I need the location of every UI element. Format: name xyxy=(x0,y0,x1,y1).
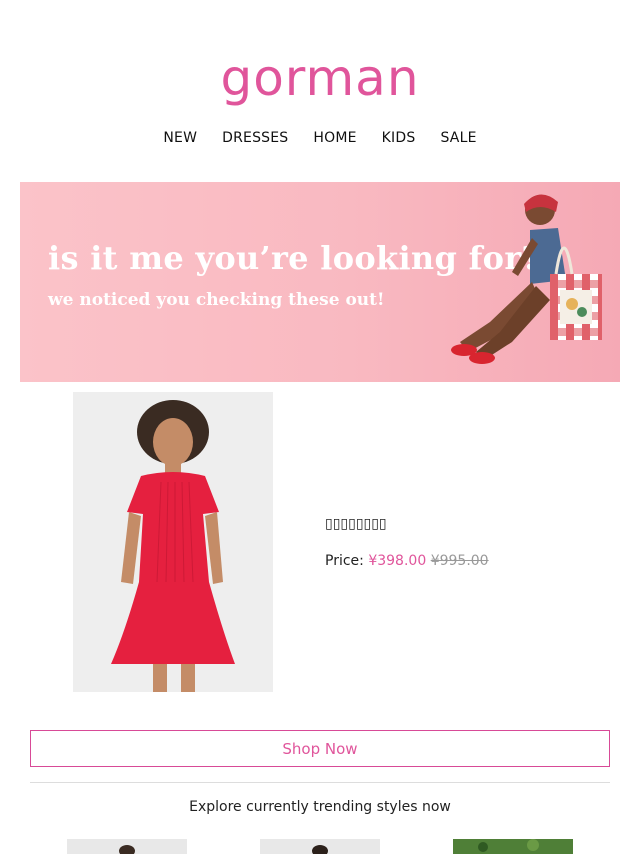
product-name[interactable]: ▯▯▯▯▯▯▯▯ xyxy=(325,516,387,532)
original-price: ¥995.00 xyxy=(430,553,489,569)
sale-price: ¥398.00 xyxy=(368,553,427,569)
nav-item-sale[interactable]: SALE xyxy=(440,130,476,146)
nav-item-kids[interactable]: KIDS xyxy=(382,130,416,146)
nav-item-home[interactable]: HOME xyxy=(313,130,356,146)
product-image[interactable] xyxy=(73,392,273,692)
price-label: Price: xyxy=(325,553,364,569)
shop-now-button[interactable]: Shop Now xyxy=(30,730,610,767)
trending-thumbnail-2[interactable] xyxy=(260,839,380,854)
main-nav: NEW DRESSES HOME KIDS SALE xyxy=(0,130,640,146)
thumbnail-image xyxy=(453,839,573,854)
price-row: Price: ¥398.00 ¥995.00 xyxy=(325,553,489,569)
thumbnail-image xyxy=(119,845,135,854)
hero-subtitle: we noticed you checking these out! xyxy=(48,290,385,310)
nav-item-new[interactable]: NEW xyxy=(163,130,197,146)
dress-model-illustration xyxy=(73,392,273,692)
brand-logo[interactable]: gorman xyxy=(0,48,640,108)
hero-banner[interactable]: is it me you’re looking for? we noticed … xyxy=(20,182,620,382)
trending-thumbnail-1[interactable] xyxy=(67,839,187,854)
trending-heading: Explore currently trending styles now xyxy=(189,799,451,815)
model-with-tote-image xyxy=(451,194,602,364)
divider xyxy=(30,782,610,783)
trending-thumbnail-3[interactable] xyxy=(453,839,573,854)
thumbnail-image xyxy=(312,845,328,854)
nav-item-dresses[interactable]: DRESSES xyxy=(222,130,288,146)
